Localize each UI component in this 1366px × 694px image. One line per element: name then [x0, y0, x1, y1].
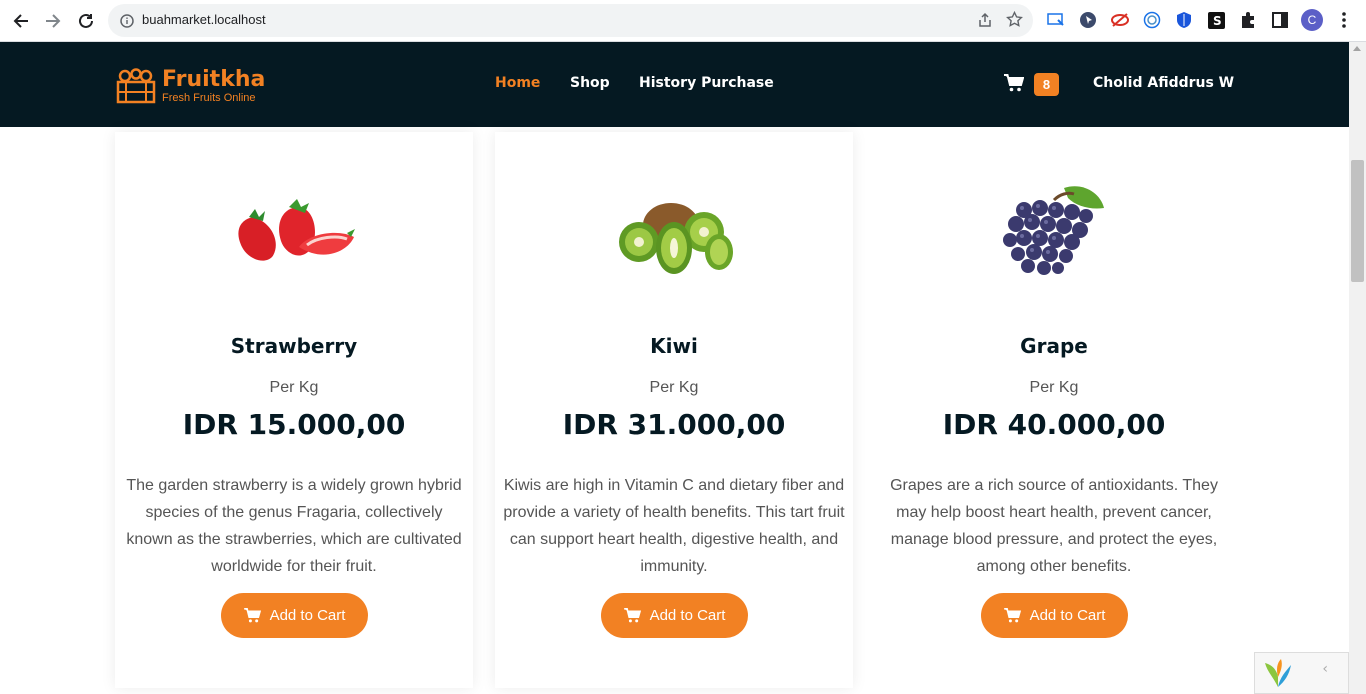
nav-history-purchase[interactable]: History Purchase — [639, 75, 774, 91]
profile-avatar[interactable]: C — [1301, 9, 1323, 31]
product-unit: Per Kg — [1029, 379, 1079, 396]
svg-text:S: S — [1213, 14, 1222, 28]
browser-toolbar: buahmarket.localhost S C — [0, 0, 1366, 42]
product-card: Kiwi Per Kg IDR 31.000,00 Kiwis are high… — [495, 132, 853, 688]
extension-cursor-icon[interactable] — [1078, 10, 1098, 30]
product-name[interactable]: Kiwi — [495, 334, 853, 358]
product-description: Grapes are a rich source of antioxidants… — [890, 477, 1218, 575]
product-unit: Per Kg — [649, 379, 699, 396]
strawberry-image[interactable] — [219, 160, 369, 310]
cart-icon[interactable] — [1004, 74, 1025, 96]
scrollbar-thumb[interactable] — [1351, 160, 1364, 282]
extension-shield-icon[interactable] — [1174, 10, 1194, 30]
nav-home[interactable]: Home — [495, 75, 540, 91]
site-info-icon[interactable] — [120, 13, 134, 32]
product-price: IDR 40.000,00 — [942, 408, 1166, 441]
extension-eye-icon[interactable] — [1110, 10, 1130, 30]
cart-icon — [623, 608, 641, 623]
user-name[interactable]: Cholid Afiddrus W — [1093, 75, 1234, 91]
debug-toolbar-widget[interactable]: ‹ — [1254, 652, 1349, 694]
product-price: IDR 31.000,00 — [562, 408, 786, 441]
fruit-crate-icon — [116, 68, 156, 104]
extensions-puzzle-icon[interactable] — [1238, 10, 1258, 30]
reload-icon[interactable] — [73, 8, 99, 34]
add-to-cart-label: Add to Cart — [1029, 607, 1106, 624]
add-to-cart-button[interactable]: Add to Cart — [601, 593, 748, 638]
product-card: Strawberry Per Kg IDR 15.000,00 The gard… — [115, 132, 473, 688]
logo-tagline: Fresh Fruits Online — [162, 92, 256, 104]
yii-logo-icon[interactable] — [1263, 657, 1293, 693]
extension-circle-icon[interactable] — [1142, 10, 1162, 30]
scroll-up-arrow-icon[interactable] — [1353, 46, 1361, 51]
grape-image[interactable] — [979, 160, 1129, 310]
bookmark-star-icon[interactable] — [1006, 10, 1023, 32]
cart-icon — [1003, 608, 1021, 623]
side-panel-icon[interactable] — [1270, 10, 1290, 30]
cart-icon — [243, 608, 261, 623]
product-unit: Per Kg — [269, 379, 319, 396]
forward-icon[interactable] — [40, 8, 66, 34]
product-description: Kiwis are high in Vitamin C and dietary … — [503, 477, 845, 575]
add-to-cart-button[interactable]: Add to Cart — [981, 593, 1128, 638]
extension-screen-icon[interactable] — [1046, 10, 1066, 30]
kiwi-image[interactable] — [599, 160, 749, 310]
page-scrollbar[interactable] — [1349, 42, 1366, 694]
address-bar[interactable]: buahmarket.localhost — [108, 4, 1033, 37]
product-name[interactable]: Grape — [875, 334, 1233, 358]
site-header: Fruitkha Fresh Fruits Online Home Shop H… — [0, 42, 1349, 127]
chevron-left-icon[interactable]: ‹ — [1322, 661, 1328, 677]
site-logo[interactable]: Fruitkha Fresh Fruits Online — [116, 68, 265, 104]
add-to-cart-button[interactable]: Add to Cart — [221, 593, 368, 638]
product-description: The garden strawberry is a widely grown … — [126, 477, 462, 575]
add-to-cart-label: Add to Cart — [649, 607, 726, 624]
extension-s-icon[interactable]: S — [1206, 10, 1226, 30]
cart-count-badge[interactable]: 8 — [1034, 73, 1059, 96]
logo-name: Fruitkha — [162, 67, 266, 92]
share-icon[interactable] — [977, 12, 993, 32]
menu-kebab-icon[interactable] — [1334, 10, 1354, 30]
add-to-cart-label: Add to Cart — [269, 607, 346, 624]
product-card: Grape Per Kg IDR 40.000,00 Grapes are a … — [875, 132, 1233, 688]
product-name[interactable]: Strawberry — [115, 334, 473, 358]
url-text: buahmarket.localhost — [142, 12, 266, 27]
nav-shop[interactable]: Shop — [570, 75, 610, 91]
back-icon[interactable] — [8, 8, 34, 34]
product-price: IDR 15.000,00 — [182, 408, 406, 441]
